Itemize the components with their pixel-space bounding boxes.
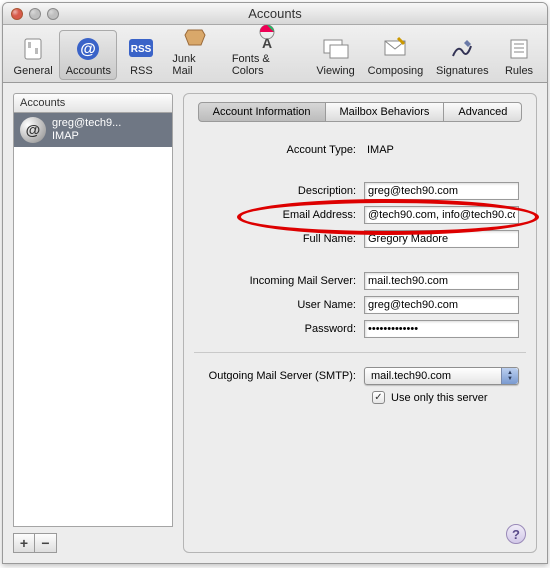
titlebar[interactable]: Accounts bbox=[3, 3, 547, 25]
composing-icon bbox=[379, 33, 411, 65]
accounts-sidebar: Accounts @ greg@tech9... IMAP + − bbox=[13, 93, 173, 553]
account-detail-panel: Account Information Mailbox Behaviors Ad… bbox=[183, 93, 537, 553]
toolbar-viewing[interactable]: Viewing bbox=[310, 30, 361, 80]
toolbar-junk[interactable]: Junk Mail bbox=[165, 18, 224, 80]
email-label: Email Address: bbox=[194, 209, 364, 221]
toolbar-label: Rules bbox=[505, 65, 533, 77]
toolbar-rss[interactable]: RSS RSS bbox=[117, 30, 165, 80]
username-label: User Name: bbox=[194, 299, 364, 311]
toolbar-accounts[interactable]: @ Accounts bbox=[59, 30, 117, 80]
rules-icon bbox=[503, 33, 535, 65]
fullname-label: Full Name: bbox=[194, 233, 364, 245]
toolbar-label: Junk Mail bbox=[172, 53, 217, 77]
account-type-label: Account Type: bbox=[194, 144, 364, 156]
tab-advanced[interactable]: Advanced bbox=[444, 102, 522, 122]
svg-text:RSS: RSS bbox=[131, 44, 152, 55]
svg-text:A: A bbox=[262, 35, 272, 50]
accounts-list[interactable]: @ greg@tech9... IMAP bbox=[13, 112, 173, 527]
toolbar-general[interactable]: General bbox=[7, 30, 59, 80]
tab-account-info[interactable]: Account Information bbox=[198, 102, 326, 122]
use-only-label: Use only this server bbox=[391, 392, 488, 404]
account-row[interactable]: @ greg@tech9... IMAP bbox=[14, 113, 172, 147]
smtp-label: Outgoing Mail Server (SMTP): bbox=[194, 370, 364, 382]
toolbar-signatures[interactable]: Signatures bbox=[430, 30, 495, 80]
chevron-up-down-icon: ▲▼ bbox=[501, 368, 518, 384]
tab-mailbox-behaviors[interactable]: Mailbox Behaviors bbox=[326, 102, 445, 122]
signatures-icon bbox=[446, 33, 478, 65]
password-field[interactable] bbox=[364, 320, 519, 338]
window-title: Accounts bbox=[3, 6, 547, 21]
toolbar-label: General bbox=[14, 65, 53, 77]
svg-text:@: @ bbox=[81, 41, 97, 58]
divider bbox=[194, 352, 526, 353]
password-label: Password: bbox=[194, 323, 364, 335]
username-field[interactable] bbox=[364, 296, 519, 314]
toolbar-label: Composing bbox=[368, 65, 424, 77]
incoming-field[interactable] bbox=[364, 272, 519, 290]
smtp-select[interactable]: mail.tech90.com ▲▼ bbox=[364, 367, 519, 385]
switches-icon bbox=[17, 33, 49, 65]
incoming-label: Incoming Mail Server: bbox=[194, 275, 364, 287]
remove-account-button[interactable]: − bbox=[35, 533, 57, 553]
account-type-value: IMAP bbox=[364, 142, 397, 158]
fonts-icon: A bbox=[251, 21, 283, 53]
rss-icon: RSS bbox=[125, 33, 157, 65]
at-icon: @ bbox=[72, 33, 104, 65]
account-name: greg@tech9... bbox=[52, 117, 121, 130]
toolbar-rules[interactable]: Rules bbox=[495, 30, 543, 80]
smtp-value: mail.tech90.com bbox=[365, 368, 501, 384]
viewing-icon bbox=[320, 33, 352, 65]
close-icon[interactable] bbox=[11, 8, 23, 20]
accounts-window: Accounts General @ Accounts RSS RSS Junk… bbox=[2, 2, 548, 564]
sidebar-header: Accounts bbox=[13, 93, 173, 112]
toolbar-composing[interactable]: Composing bbox=[361, 30, 429, 80]
toolbar-label: Viewing bbox=[316, 65, 354, 77]
junk-icon bbox=[179, 21, 211, 53]
use-only-checkbox[interactable]: ✓ bbox=[372, 391, 385, 404]
fullname-field[interactable] bbox=[364, 230, 519, 248]
toolbar-label: Fonts & Colors bbox=[232, 53, 303, 77]
description-field[interactable] bbox=[364, 182, 519, 200]
toolbar-label: RSS bbox=[130, 65, 153, 77]
toolbar-fonts[interactable]: A Fonts & Colors bbox=[225, 18, 310, 80]
zoom-icon[interactable] bbox=[47, 8, 59, 20]
description-label: Description: bbox=[194, 185, 364, 197]
tab-bar: Account Information Mailbox Behaviors Ad… bbox=[194, 102, 526, 122]
toolbar-label: Accounts bbox=[66, 65, 111, 77]
help-button[interactable]: ? bbox=[506, 524, 526, 544]
add-account-button[interactable]: + bbox=[13, 533, 35, 553]
at-icon: @ bbox=[20, 117, 46, 143]
toolbar: General @ Accounts RSS RSS Junk Mail A F… bbox=[3, 25, 547, 83]
toolbar-label: Signatures bbox=[436, 65, 489, 77]
email-field[interactable] bbox=[364, 206, 519, 224]
minimize-icon[interactable] bbox=[29, 8, 41, 20]
account-type: IMAP bbox=[52, 130, 121, 143]
